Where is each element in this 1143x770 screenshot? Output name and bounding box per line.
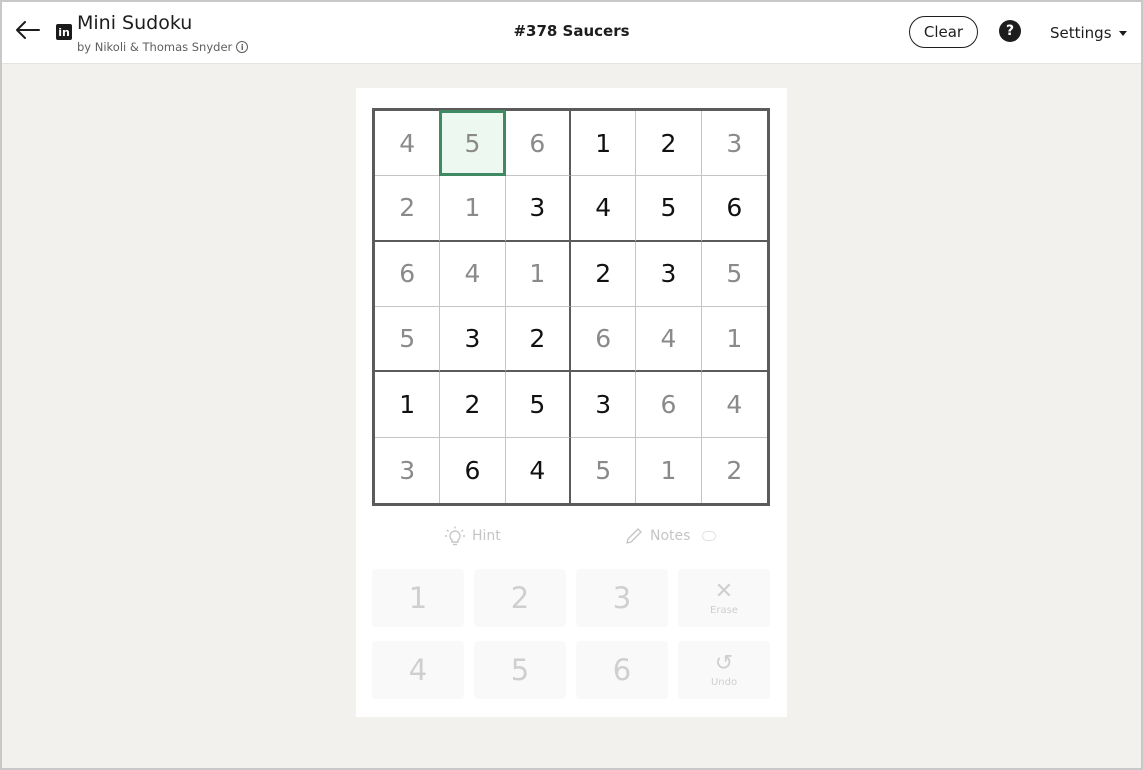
key-digit: 4: [408, 653, 428, 687]
sudoku-cell-r1c1[interactable]: 4: [375, 111, 441, 177]
sudoku-cell-r4c1[interactable]: 5: [375, 307, 441, 373]
undo-button[interactable]: ↺ Undo: [678, 641, 770, 699]
erase-label: Erase: [710, 604, 738, 616]
key-digit: 2: [510, 581, 530, 615]
sudoku-cell-r3c5[interactable]: 3: [636, 241, 702, 307]
sudoku-cell-r6c6[interactable]: 2: [702, 438, 767, 503]
sudoku-cell-r2c5[interactable]: 5: [636, 176, 702, 242]
sudoku-cell-r5c2[interactable]: 2: [440, 372, 506, 438]
key-4[interactable]: 4: [372, 641, 464, 699]
sudoku-cell-r2c4[interactable]: 4: [571, 176, 637, 242]
sudoku-cell-r3c2[interactable]: 4: [440, 241, 506, 307]
app-title: Mini Sudoku: [77, 12, 193, 34]
back-arrow-icon[interactable]: [14, 16, 42, 44]
sudoku-cell-r3c1[interactable]: 6: [375, 241, 441, 307]
undo-icon: ↺: [714, 650, 734, 676]
sudoku-cell-r4c3[interactable]: 2: [505, 307, 571, 373]
clear-button[interactable]: Clear: [909, 16, 978, 48]
linkedin-logo-icon: in: [56, 24, 72, 40]
sudoku-cell-r5c5[interactable]: 6: [636, 372, 702, 438]
sudoku-cell-r4c4[interactable]: 6: [571, 307, 637, 373]
key-3[interactable]: 3: [576, 569, 668, 627]
settings-dropdown[interactable]: Settings: [1050, 24, 1127, 42]
key-digit: 5: [510, 653, 530, 687]
settings-label: Settings: [1050, 24, 1112, 42]
sudoku-cell-r5c1[interactable]: 1: [375, 372, 441, 438]
sudoku-cell-r1c3[interactable]: 6: [505, 111, 571, 177]
key-digit: 1: [408, 581, 428, 615]
sudoku-cell-r6c2[interactable]: 6: [440, 437, 506, 503]
help-icon[interactable]: ?: [999, 20, 1021, 42]
sudoku-cell-r5c6[interactable]: 4: [701, 372, 767, 438]
sudoku-cell-r6c1[interactable]: 3: [375, 437, 441, 503]
top-bar: in Mini Sudoku by Nikoli & Thomas Snyder…: [2, 2, 1141, 64]
byline: by Nikoli & Thomas Snyder i: [77, 40, 249, 54]
sudoku-cell-r4c6[interactable]: 1: [701, 307, 767, 373]
key-1[interactable]: 1: [372, 569, 464, 627]
sudoku-cell-r4c2[interactable]: 3: [440, 307, 506, 373]
sudoku-cell-r4c5[interactable]: 4: [636, 307, 702, 373]
sudoku-cell-r5c4[interactable]: 3: [571, 372, 637, 438]
pencil-icon: [626, 528, 642, 544]
undo-label: Undo: [710, 676, 738, 688]
notes-toggle[interactable]: [702, 531, 717, 541]
sudoku-cell-r2c2[interactable]: 1: [440, 176, 506, 242]
key-5[interactable]: 5: [474, 641, 566, 699]
hint-button[interactable]: Hint: [444, 526, 501, 546]
hint-label: Hint: [472, 528, 501, 544]
sudoku-cell-r1c6[interactable]: 3: [701, 111, 767, 177]
key-digit: 3: [612, 581, 632, 615]
sudoku-cell-r2c3[interactable]: 3: [505, 176, 571, 242]
key-2[interactable]: 2: [474, 569, 566, 627]
sudoku-cell-r3c4[interactable]: 2: [571, 241, 637, 307]
tool-row: Hint Notes: [372, 524, 770, 552]
sudoku-cell-r3c3[interactable]: 1: [505, 241, 571, 307]
number-keypad: 1 2 3 ✕ Erase 4 5 6 ↺ Undo: [372, 569, 770, 699]
info-icon[interactable]: i: [236, 41, 249, 53]
chevron-down-icon: [1118, 30, 1127, 36]
sudoku-board: 456123213456641235532641125364364512: [372, 108, 770, 506]
key-6[interactable]: 6: [576, 641, 668, 699]
sudoku-cell-r2c6[interactable]: 6: [701, 176, 767, 242]
sudoku-cell-r1c2[interactable]: 5: [439, 109, 506, 177]
byline-text: by Nikoli & Thomas Snyder: [77, 40, 233, 54]
notes-button[interactable]: Notes: [624, 526, 717, 546]
notes-label: Notes: [650, 528, 691, 544]
erase-button[interactable]: ✕ Erase: [678, 569, 770, 627]
sudoku-cell-r5c3[interactable]: 5: [505, 372, 571, 438]
sudoku-cell-r2c1[interactable]: 2: [375, 176, 441, 242]
key-digit: 6: [612, 653, 632, 687]
sudoku-cell-r1c4[interactable]: 1: [571, 111, 637, 177]
sudoku-cell-r6c3[interactable]: 4: [506, 437, 571, 503]
sudoku-cell-r1c5[interactable]: 2: [636, 111, 702, 177]
close-icon: ✕: [714, 578, 734, 604]
game-card: 456123213456641235532641125364364512 Hin…: [356, 88, 787, 717]
sudoku-cell-r6c5[interactable]: 1: [636, 437, 702, 503]
sudoku-cell-r6c4[interactable]: 5: [571, 437, 637, 503]
lightbulb-icon: [445, 526, 465, 546]
sudoku-cell-r3c6[interactable]: 5: [701, 242, 767, 307]
